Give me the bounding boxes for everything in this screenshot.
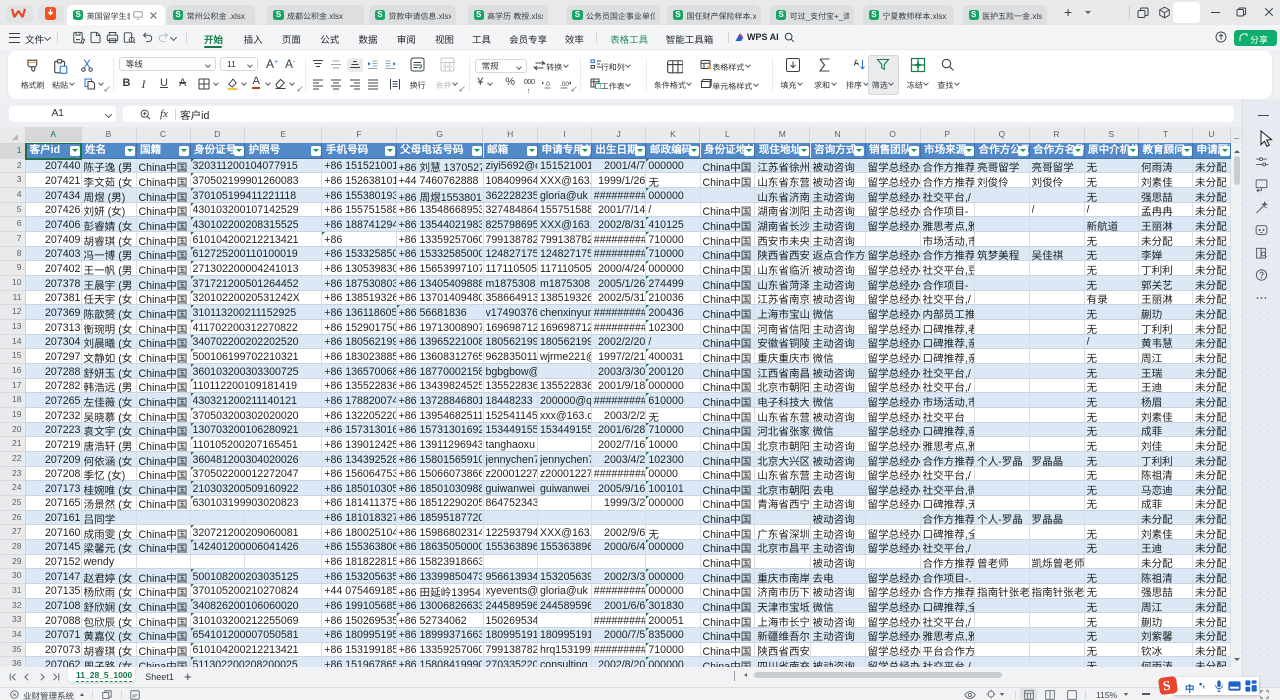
svg-text:.0: .0 [545, 81, 551, 88]
svg-text:.00: .00 [560, 81, 569, 88]
